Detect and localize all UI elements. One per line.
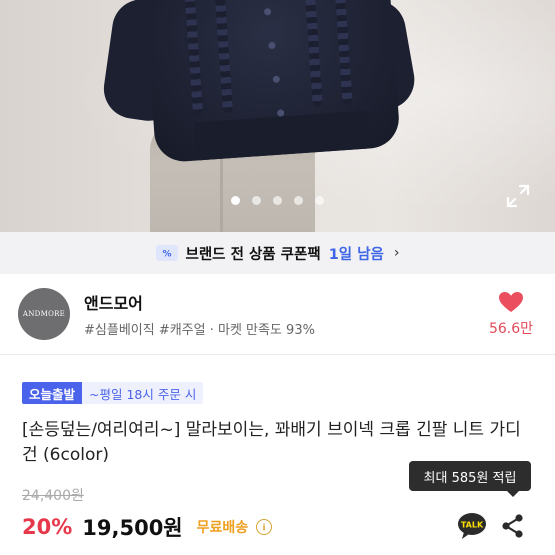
gallery-dot[interactable] (315, 196, 324, 205)
chevron-right-icon: › (393, 245, 400, 261)
svg-text:TALK: TALK (461, 521, 484, 530)
gallery-dot[interactable] (273, 196, 282, 205)
coupon-remaining: 1일 남음 (328, 246, 384, 263)
coupon-title: 브랜드 전 상품 쿠폰팩 (185, 246, 321, 263)
sale-price: 19,500원 (82, 516, 183, 540)
discount-rate: 20% (22, 515, 73, 539)
badge-today-dispatch: 오늘출발 (22, 382, 83, 404)
gallery-dot[interactable] (294, 196, 303, 205)
svg-text:%: % (162, 250, 171, 259)
price-row: 20% 19,500원 무료배송 i (22, 513, 273, 541)
gallery-dot[interactable] (252, 196, 261, 205)
gallery-dot[interactable] (231, 196, 240, 205)
gallery-pagination (0, 196, 555, 208)
section-divider (0, 354, 555, 355)
shop-info[interactable]: ANDMORE 앤드모어 #심플베이직 #캐주얼 · 마켓 만족도 93% 56… (0, 274, 555, 354)
kakao-talk-icon[interactable]: TALK (457, 512, 487, 540)
share-icon[interactable] (500, 513, 526, 539)
coupon-icon: % (155, 245, 178, 261)
free-shipping-label: 무료배송 (196, 520, 249, 536)
heart-icon[interactable] (498, 291, 524, 313)
badge-dispatch-condition: ~평일 18시 주문 시 (82, 382, 204, 404)
info-icon[interactable]: i (256, 519, 273, 535)
product-image[interactable] (0, 0, 555, 232)
original-price: 24,400원 (22, 488, 84, 504)
expand-icon[interactable] (505, 183, 531, 209)
points-tooltip: 최대 585원 적립 (409, 461, 531, 497)
delivery-badge: 오늘출발 ~평일 18시 주문 시 (22, 382, 204, 404)
shop-logo[interactable]: ANDMORE (18, 288, 70, 340)
shop-tags: #심플베이직 #캐주얼 · 마켓 만족도 93% (84, 323, 315, 338)
coupon-banner[interactable]: % 브랜드 전 상품 쿠폰팩 1일 남음 › (0, 232, 555, 274)
cardigan-illustration (144, 0, 401, 164)
like-count: 56.6만 (488, 321, 534, 337)
shop-name[interactable]: 앤드모어 (84, 290, 143, 314)
svg-text:i: i (263, 524, 266, 533)
